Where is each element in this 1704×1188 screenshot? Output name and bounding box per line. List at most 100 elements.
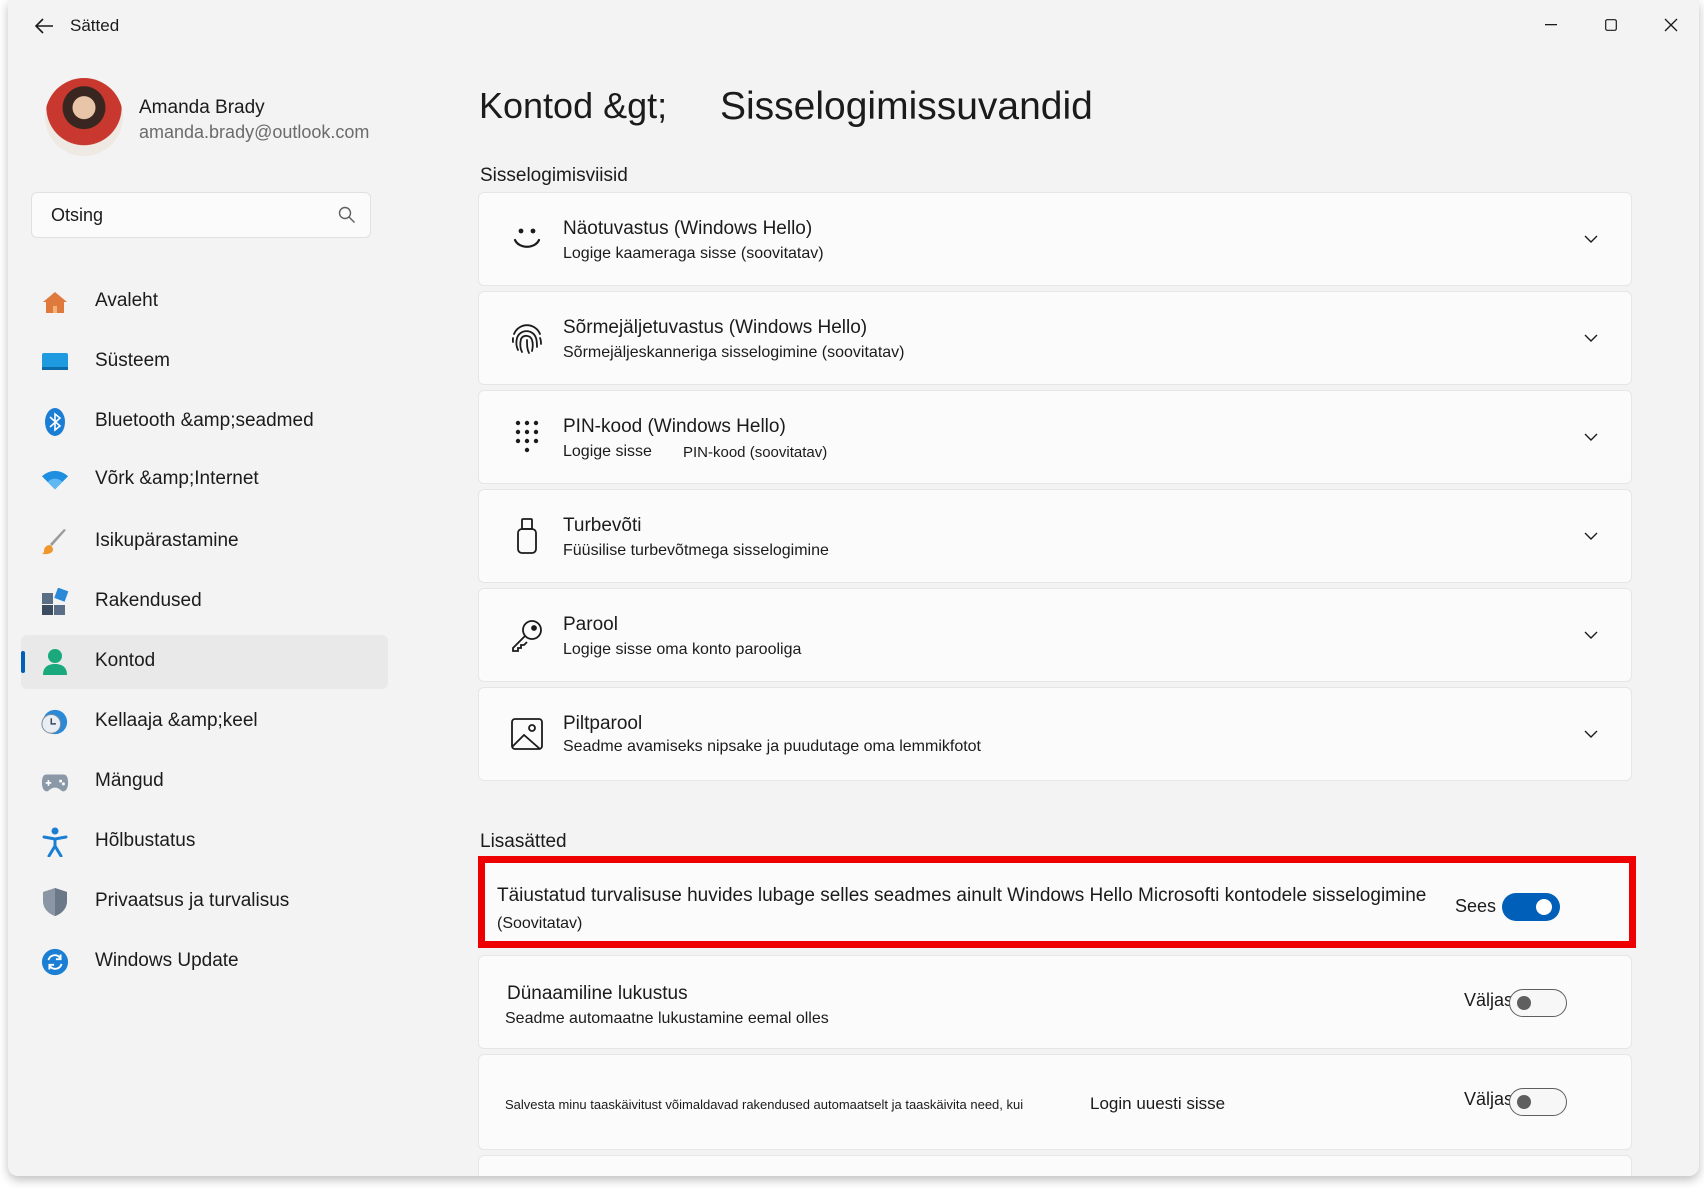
signin-option-password[interactable]: Parool Logige sisse oma konto parooliga xyxy=(478,588,1632,682)
sidebar-item-label: Avaleht xyxy=(95,290,159,311)
sidebar-item-label: Bluetooth &amp;seadmed xyxy=(95,410,314,431)
sidebar-item-personalization[interactable]: Isikupärastamine xyxy=(21,515,388,569)
option-title: PIN-kood (Windows Hello) xyxy=(563,416,786,437)
sidebar-item-label: Windows Update xyxy=(95,950,239,971)
home-icon xyxy=(41,288,69,316)
dynamic-lock-toggle[interactable] xyxy=(1509,989,1567,1017)
option-subtitle: Logige sisse xyxy=(563,443,652,460)
sidebar-item-label: Süsteem xyxy=(95,350,170,371)
sidebar-item-system[interactable]: Süsteem xyxy=(21,335,388,389)
settings-window: Sätted Amanda Brady amanda.brady@outlook… xyxy=(8,0,1699,1176)
maximize-button[interactable] xyxy=(1588,10,1634,40)
bluetooth-icon xyxy=(41,408,69,436)
setting-text: Salvesta minu taaskäivitust võimaldavad … xyxy=(505,1097,1024,1112)
sidebar-item-label: Hõlbustatus xyxy=(95,830,196,851)
hello-only-toggle[interactable] xyxy=(1502,893,1560,921)
section-heading-signin: Sisselogimisviisid xyxy=(480,165,628,186)
setting-title: Täiustatud turvalisuse huvides lubage se… xyxy=(497,885,1427,906)
section-heading-additional: Lisasätted xyxy=(480,831,567,852)
breadcrumb-parent[interactable]: Kontod &gt; xyxy=(479,85,667,127)
chevron-down-icon[interactable] xyxy=(1583,429,1599,445)
toggle-state-label: Väljas xyxy=(1464,1089,1514,1109)
close-button[interactable] xyxy=(1648,10,1694,40)
sidebar-item-network[interactable]: Võrk &amp;Internet xyxy=(21,453,388,507)
setting-subtitle: (Soovitatav) xyxy=(497,915,583,932)
avatar[interactable] xyxy=(45,78,123,156)
sidebar-item-label: Rakendused xyxy=(95,590,202,611)
chevron-down-icon[interactable] xyxy=(1583,726,1599,742)
sidebar-item-label: Võrk &amp;Internet xyxy=(95,468,259,489)
sidebar-item-home[interactable]: Avaleht xyxy=(21,275,388,329)
toggle-state-label: Sees xyxy=(1455,896,1497,916)
signin-option-picture-password[interactable]: Piltparool Seadme avamiseks nipsake ja p… xyxy=(478,687,1632,781)
signin-option-pin[interactable]: PIN-kood (Windows Hello) Logige sisse PI… xyxy=(478,390,1632,484)
account-icon xyxy=(41,648,69,676)
next-setting-card xyxy=(478,1155,1632,1176)
maximize-icon xyxy=(1605,19,1617,31)
option-title: Turbevõti xyxy=(563,515,642,536)
minimize-icon xyxy=(1545,24,1557,26)
wifi-icon xyxy=(41,466,69,494)
user-email: amanda.brady@outlook.com xyxy=(139,122,370,142)
toggle-state-label: Väljas xyxy=(1464,990,1514,1010)
update-icon xyxy=(41,948,69,976)
sidebar-item-time-language[interactable]: Kellaaja &amp;keel xyxy=(21,695,388,749)
setting-text-extra: Login uuesti sisse xyxy=(1090,1094,1226,1113)
app-title: Sätted xyxy=(70,16,120,35)
signin-option-face[interactable]: Näotuvastus (Windows Hello) Logige kaame… xyxy=(478,192,1632,286)
sidebar-item-gaming[interactable]: Mängud xyxy=(21,755,388,809)
chevron-down-icon[interactable] xyxy=(1583,627,1599,643)
toggle-knob xyxy=(1517,1095,1531,1109)
chevron-down-icon[interactable] xyxy=(1583,330,1599,346)
setting-subtitle: Seadme automaatne lukustamine eemal olle… xyxy=(505,1010,829,1027)
chevron-down-icon[interactable] xyxy=(1583,528,1599,544)
user-name: Amanda Brady xyxy=(139,97,265,118)
shield-icon xyxy=(41,888,69,916)
option-subtitle-extra: PIN-kood (soovitatav) xyxy=(683,444,828,461)
search-icon[interactable] xyxy=(338,206,356,224)
page-title: Sisselogimissuvandid xyxy=(720,85,1093,128)
sidebar-item-bluetooth[interactable]: Bluetooth &amp;seadmed xyxy=(21,395,388,449)
keypad-icon xyxy=(509,419,545,455)
option-subtitle: Logige sisse oma konto parooliga xyxy=(563,641,802,658)
signin-option-fingerprint[interactable]: Sõrmejäljetuvastus (Windows Hello) Sõrme… xyxy=(478,291,1632,385)
restart-apps-toggle[interactable] xyxy=(1509,1088,1567,1116)
fingerprint-icon xyxy=(509,320,545,356)
sidebar-item-label: Mängud xyxy=(95,770,164,791)
restart-apps-setting: Salvesta minu taaskäivitust võimaldavad … xyxy=(478,1054,1632,1150)
option-title: Sõrmejäljetuvastus (Windows Hello) xyxy=(563,317,868,338)
title-bar: Sätted xyxy=(8,0,1699,52)
sidebar-item-label: Privaatsus ja turvalisus xyxy=(95,890,290,911)
minimize-button[interactable] xyxy=(1528,10,1574,40)
sidebar-item-label: Isikupärastamine xyxy=(95,530,239,551)
sidebar-item-privacy[interactable]: Privaatsus ja turvalisus xyxy=(21,875,388,929)
option-title: Näotuvastus (Windows Hello) xyxy=(563,218,813,239)
option-subtitle: Füüsilise turbevõtmega sisselogimine xyxy=(563,542,829,559)
hello-only-setting: Täiustatud turvalisuse huvides lubage se… xyxy=(478,856,1636,948)
signin-option-security-key[interactable]: Turbevõti Füüsilise turbevõtmega sisselo… xyxy=(478,489,1632,583)
option-subtitle: Seadme avamiseks nipsake ja puudutage om… xyxy=(563,738,981,755)
chevron-down-icon[interactable] xyxy=(1583,231,1599,247)
toggle-knob xyxy=(1517,996,1531,1010)
face-icon xyxy=(509,221,545,257)
sidebar-item-accounts[interactable]: Kontod xyxy=(21,635,388,689)
apps-icon xyxy=(41,588,69,616)
key-icon xyxy=(509,617,545,653)
setting-title: Dünaamiline lukustus xyxy=(507,983,688,1004)
dynamic-lock-setting: Dünaamiline lukustus Seadme automaatne l… xyxy=(478,955,1632,1049)
toggle-knob xyxy=(1536,899,1552,915)
gamepad-icon xyxy=(41,768,69,796)
picture-icon xyxy=(509,716,545,752)
sidebar-item-label: Kontod xyxy=(95,650,156,671)
sidebar-item-windows-update[interactable]: Windows Update xyxy=(21,935,388,989)
search-input[interactable] xyxy=(32,193,370,237)
sidebar-item-accessibility[interactable]: Hõlbustatus xyxy=(21,815,388,869)
option-subtitle: Logige kaameraga sisse (soovitatav) xyxy=(563,245,824,262)
usb-key-icon xyxy=(509,518,545,554)
back-button[interactable] xyxy=(26,12,62,40)
brush-icon xyxy=(41,528,69,556)
search-box xyxy=(31,192,371,238)
sidebar-item-apps[interactable]: Rakendused xyxy=(21,575,388,629)
option-title: Piltparool xyxy=(563,713,643,734)
option-subtitle: Sõrmejäljeskanneriga sisselogimine (soov… xyxy=(563,344,905,361)
